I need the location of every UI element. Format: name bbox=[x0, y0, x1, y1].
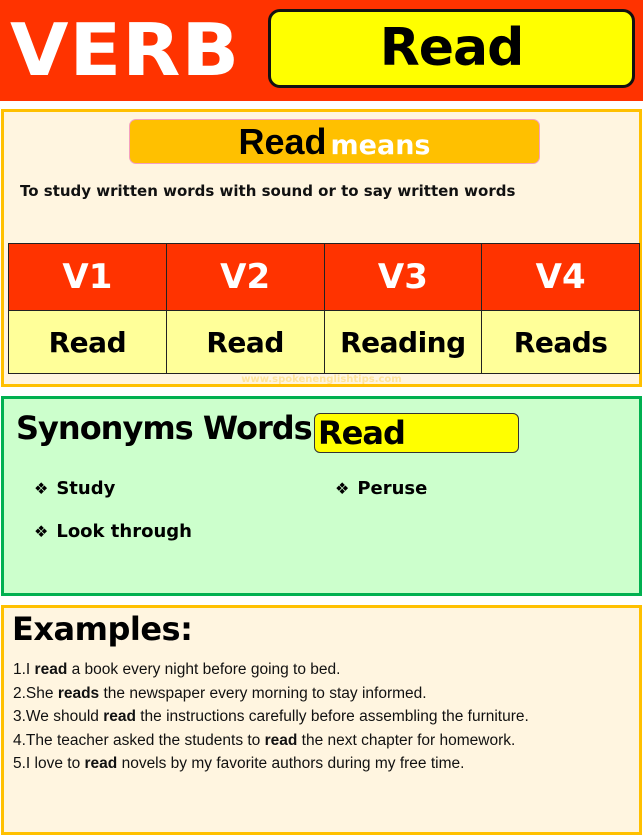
form-value-v4: Reads bbox=[481, 310, 640, 374]
example-suffix: the instructions carefully before assemb… bbox=[135, 708, 529, 725]
synonym-label: Look through bbox=[56, 521, 192, 542]
example-verb: read bbox=[84, 755, 118, 772]
examples-section: Examples: 1.I read a book every night be… bbox=[1, 605, 642, 835]
example-prefix: 1.I bbox=[13, 661, 35, 678]
form-value-v2: Read bbox=[165, 310, 325, 374]
example-sentence: 2.She reads the newspaper every morning … bbox=[13, 682, 529, 706]
example-prefix: 2.She bbox=[13, 684, 58, 702]
diamond-bullet-icon: ❖ bbox=[335, 479, 350, 498]
examples-title: Examples: bbox=[12, 610, 193, 648]
verb-label: VERB bbox=[10, 8, 241, 92]
example-suffix: a book every night before going to bed. bbox=[67, 661, 341, 678]
verb-word-box: Read bbox=[268, 9, 635, 88]
verb-forms-table: V1 V2 V3 V4 Read Read Reading Reads bbox=[8, 243, 640, 374]
example-sentence: 3.We should read the instructions carefu… bbox=[13, 705, 529, 729]
example-prefix: 3.We should bbox=[13, 708, 104, 725]
example-sentence: 4.The teacher asked the students to read… bbox=[13, 729, 529, 753]
synonyms-section: Synonyms Words for Read ❖ Study ❖ Peruse ❖… bbox=[1, 396, 642, 596]
example-prefix: 5.I love to bbox=[13, 755, 85, 772]
meaning-title-pill: Read means bbox=[129, 119, 540, 164]
synonyms-word-box: Read bbox=[314, 413, 519, 453]
synonyms-word: Read bbox=[318, 414, 406, 452]
form-header-v4: V4 bbox=[481, 243, 640, 311]
form-header-v1: V1 bbox=[8, 243, 167, 311]
example-verb: read bbox=[34, 661, 68, 678]
header-banner: VERB Read bbox=[0, 0, 643, 101]
meaning-section: Read means To study written words with so… bbox=[1, 109, 642, 387]
example-suffix: novels by my favorite authors during my … bbox=[117, 755, 465, 772]
synonym-item: ❖ Look through bbox=[34, 521, 192, 542]
form-value-v3: Reading bbox=[323, 310, 483, 374]
form-value-v1: Read bbox=[8, 310, 167, 374]
verb-forms-header-row: V1 V2 V3 V4 bbox=[8, 243, 640, 311]
example-sentence: 1.I read a book every night before going… bbox=[13, 658, 529, 682]
example-prefix: 4.The teacher asked the students to bbox=[13, 731, 265, 749]
example-suffix: the newspaper every morning to stay info… bbox=[99, 684, 427, 702]
example-verb: reads bbox=[57, 684, 100, 702]
verb-word: Read bbox=[379, 18, 525, 78]
synonym-label: Study bbox=[56, 478, 116, 499]
example-verb: read bbox=[103, 708, 136, 725]
definition-text: To study written words with sound or to … bbox=[20, 182, 516, 200]
verb-forms-value-row: Read Read Reading Reads bbox=[8, 310, 640, 374]
diamond-bullet-icon: ❖ bbox=[34, 522, 49, 541]
synonym-label: Peruse bbox=[357, 478, 428, 499]
synonym-item: ❖ Study bbox=[34, 478, 115, 499]
form-header-v2: V2 bbox=[165, 243, 325, 311]
watermark: www.spokenenglishtips.com bbox=[241, 374, 402, 385]
meaning-title-word: Read bbox=[238, 121, 327, 162]
example-sentence: 5.I love to read novels by my favorite a… bbox=[13, 752, 529, 776]
diamond-bullet-icon: ❖ bbox=[34, 479, 49, 498]
example-verb: read bbox=[264, 731, 298, 749]
synonym-item: ❖ Peruse bbox=[335, 478, 427, 499]
meaning-title-suffix: means bbox=[330, 130, 431, 161]
example-suffix: the next chapter for homework. bbox=[297, 731, 516, 749]
examples-list: 1.I read a book every night before going… bbox=[13, 658, 529, 776]
form-header-v3: V3 bbox=[323, 243, 483, 311]
